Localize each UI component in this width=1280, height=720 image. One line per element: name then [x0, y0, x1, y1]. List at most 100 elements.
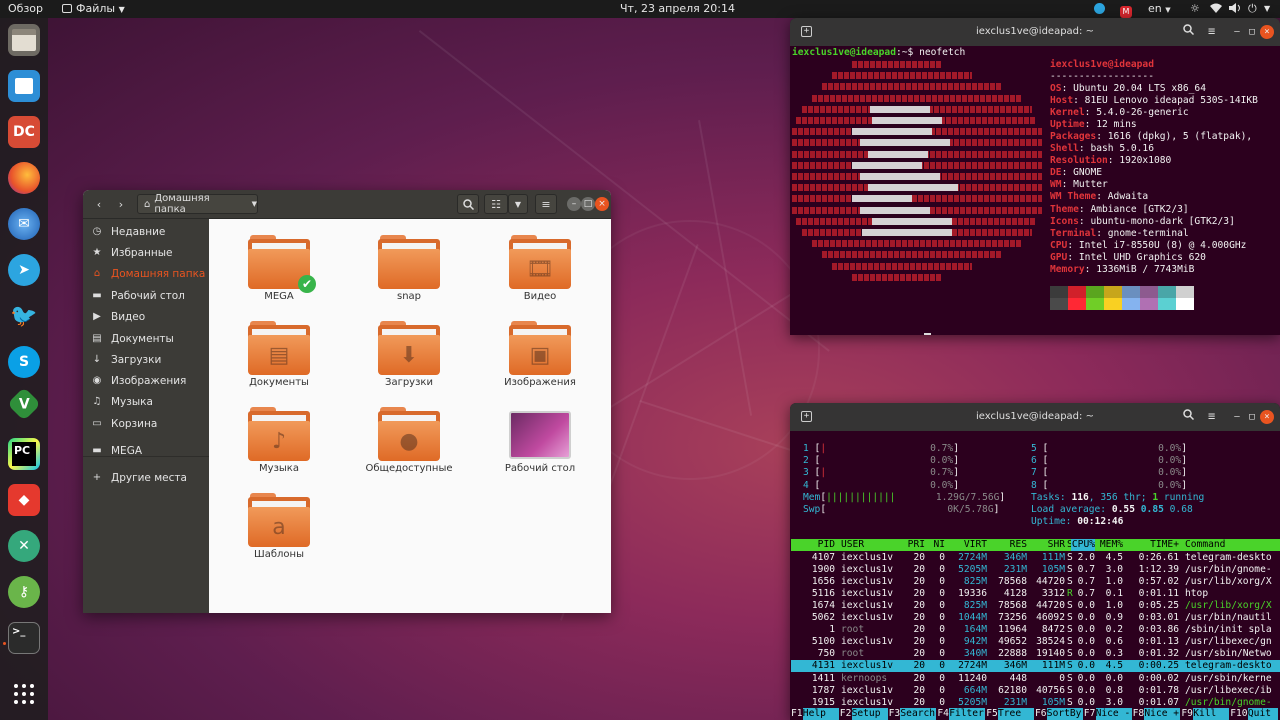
- close-button[interactable]: ×: [595, 197, 609, 211]
- folder-item[interactable]: Рабочий стол: [490, 407, 590, 474]
- process-row[interactable]: 5116 iexclus1v 20 0 19336 4128 3312 R 0.7 0.1 0:01…: [791, 588, 1280, 600]
- fkey-label[interactable]: Nice -: [1095, 708, 1132, 720]
- fkey-label[interactable]: Help: [802, 708, 839, 720]
- fkey-label[interactable]: Nice +: [1144, 708, 1181, 720]
- process-row[interactable]: 1787 iexclus1v 20 0 664M 62180 40756 S 0.0 0.8 0:0…: [791, 685, 1280, 697]
- search-button[interactable]: [457, 194, 479, 214]
- maximize-button[interactable]: □: [1245, 410, 1259, 424]
- app-menu-button[interactable]: Файлы ▼: [62, 0, 125, 18]
- fkey-label[interactable]: Search: [900, 708, 937, 720]
- column-header[interactable]: TIME+: [1127, 539, 1179, 551]
- terminal-menu-button[interactable]: ≡: [1208, 24, 1215, 38]
- minimize-button[interactable]: –: [567, 197, 581, 211]
- folder-item[interactable]: ▣ Изображения: [490, 321, 590, 388]
- vim-icon[interactable]: V: [7, 387, 41, 421]
- folder-item[interactable]: 🎞 Видео: [490, 235, 590, 302]
- process-row[interactable]: 1915 iexclus1v 20 0 5205M 231M 105M S 0.0 3.0 0:01…: [791, 697, 1280, 709]
- terminal-dock-icon[interactable]: >_: [8, 622, 40, 654]
- close-button[interactable]: ×: [1260, 25, 1274, 39]
- activities-button[interactable]: Обзор: [8, 0, 43, 18]
- fkey-label[interactable]: Filter: [949, 708, 986, 720]
- files-dock-icon[interactable]: [8, 24, 40, 56]
- column-header[interactable]: Command: [1185, 539, 1280, 551]
- process-row[interactable]: 4131 iexclus1v 20 0 2724M 346M 111M S 0.0 4.5 0:00…: [791, 660, 1280, 673]
- column-header[interactable]: SHR: [1031, 539, 1065, 551]
- software-store-icon[interactable]: [8, 70, 40, 102]
- sidebar-item-11[interactable]: + Другие места: [83, 467, 209, 488]
- terminal-search-button[interactable]: [1183, 24, 1195, 38]
- sidebar-item-6[interactable]: ↓ Загрузки: [83, 349, 209, 370]
- process-row[interactable]: 1900 iexclus1v 20 0 5205M 231M 105M S 0.7 3.0 1:12…: [791, 564, 1280, 576]
- column-header[interactable]: NI: [931, 539, 945, 551]
- crossover-icon[interactable]: ✕: [8, 530, 40, 562]
- back-button[interactable]: ‹: [89, 194, 109, 214]
- anydesk-icon[interactable]: ◆: [8, 484, 40, 516]
- process-row[interactable]: 750 root 20 0 340M 22888 19140 S 0.0 0.3 0:01.32/u…: [791, 648, 1280, 660]
- telegram-tray-icon[interactable]: [1094, 0, 1105, 18]
- process-row[interactable]: 1411 kernoops 20 0 11240 448 0 S 0.0 0.0 0:00.02/u…: [791, 673, 1280, 685]
- minimize-button[interactable]: –: [1230, 25, 1244, 39]
- close-button[interactable]: ×: [1260, 410, 1274, 424]
- fkey-label[interactable]: SortBy: [1046, 708, 1083, 720]
- process-row[interactable]: 5062 iexclus1v 20 0 1044M 73256 46092 S 0.0 0.9 0:…: [791, 612, 1280, 624]
- process-row[interactable]: 1674 iexclus1v 20 0 825M 78568 44720 S 0.0 1.0 0:0…: [791, 600, 1280, 612]
- twitter-client-icon[interactable]: 🐦: [8, 300, 40, 332]
- sidebar-item-1[interactable]: ★ Избранные: [83, 242, 209, 263]
- sidebar-item-10[interactable]: ▬ MEGA: [83, 440, 209, 461]
- process-table-header[interactable]: PID USER PRI NI VIRT RES SHR S CPU% MEM% TIME+ Comm…: [791, 539, 1280, 551]
- folder-item[interactable]: snap: [359, 235, 459, 302]
- column-header[interactable]: MEM%: [1097, 539, 1123, 551]
- maximize-button[interactable]: □: [1245, 25, 1259, 39]
- sidebar-item-7[interactable]: ◉ Изображения: [83, 370, 209, 391]
- folder-item[interactable]: a Шаблоны: [229, 493, 329, 560]
- folder-item[interactable]: ✔ MEGA: [229, 235, 329, 302]
- view-options-button[interactable]: ☷: [484, 194, 508, 214]
- process-row[interactable]: 4107 iexclus1v 20 0 2724M 346M 111M S 2.0 4.5 0:26…: [791, 552, 1280, 564]
- process-row[interactable]: 1656 iexclus1v 20 0 825M 78568 44720 S 0.7 1.0 0:5…: [791, 576, 1280, 588]
- mega-tray-icon[interactable]: M: [1120, 0, 1132, 18]
- telegram-dock-icon[interactable]: ➤: [8, 254, 40, 286]
- minimize-button[interactable]: –: [1230, 410, 1244, 424]
- column-header[interactable]: VIRT: [951, 539, 987, 551]
- show-applications-icon[interactable]: [8, 678, 40, 710]
- dictionary-icon[interactable]: DC: [8, 116, 40, 148]
- column-header[interactable]: PID: [791, 539, 835, 551]
- fkey-label[interactable]: Kill: [1193, 708, 1230, 720]
- pycharm-icon[interactable]: PC: [8, 438, 40, 470]
- sidebar-item-4[interactable]: ▶ Видео: [83, 306, 209, 327]
- clock[interactable]: Чт, 23 апреля 20:14: [620, 0, 735, 18]
- column-header[interactable]: CPU%: [1071, 539, 1095, 551]
- column-header[interactable]: RES: [991, 539, 1027, 551]
- fkey-label[interactable]: Quit: [1247, 708, 1278, 720]
- sidebar-item-3[interactable]: ▬ Рабочий стол: [83, 285, 209, 306]
- keepass-icon[interactable]: ⚷: [8, 576, 40, 608]
- skype-icon[interactable]: S: [8, 346, 40, 378]
- process-row[interactable]: 1 root 20 0 164M 11964 8472 S 0.0 0.2 0:03.86/sbin…: [791, 624, 1280, 636]
- sidebar-item-8[interactable]: ♫ Музыка: [83, 391, 209, 412]
- folder-item[interactable]: ♪ Музыка: [229, 407, 329, 474]
- column-header[interactable]: PRI: [903, 539, 925, 551]
- terminal-menu-button[interactable]: ≡: [1208, 409, 1215, 423]
- thunderbird-icon[interactable]: ✉: [8, 208, 40, 240]
- forward-button[interactable]: ›: [111, 194, 131, 214]
- fkey-label[interactable]: Setup: [851, 708, 888, 720]
- terminal-search-button[interactable]: [1183, 409, 1195, 423]
- maximize-button[interactable]: □: [581, 197, 595, 211]
- keyboard-layout-indicator[interactable]: en ▼: [1148, 0, 1171, 18]
- folder-item[interactable]: ⬇ Загрузки: [359, 321, 459, 388]
- folder-item[interactable]: ▤ Документы: [229, 321, 329, 388]
- sidebar-item-0[interactable]: ◷ Недавние: [83, 221, 209, 242]
- sidebar-item-9[interactable]: ▭ Корзина: [83, 413, 209, 434]
- meter-open-bracket: [: [1036, 443, 1049, 454]
- sidebar-item-5[interactable]: ▤ Документы: [83, 328, 209, 349]
- process-row[interactable]: 5100 iexclus1v 20 0 942M 49652 38524 S 0.0 0.6 0:0…: [791, 636, 1280, 648]
- sidebar-item-2[interactable]: ⌂ Домашняя папка: [83, 263, 209, 284]
- system-menu-chevron-icon[interactable]: ▼: [1264, 0, 1270, 18]
- location-button[interactable]: ⌂ Домашняя папка ▼: [137, 193, 258, 215]
- firefox-icon[interactable]: [8, 162, 40, 194]
- view-dropdown-button[interactable]: ▼: [508, 194, 528, 214]
- fkey-label[interactable]: Tree: [998, 708, 1034, 720]
- folder-item[interactable]: ● Общедоступные: [359, 407, 459, 474]
- column-header[interactable]: USER: [841, 539, 901, 551]
- menu-button[interactable]: ≡: [535, 194, 557, 214]
